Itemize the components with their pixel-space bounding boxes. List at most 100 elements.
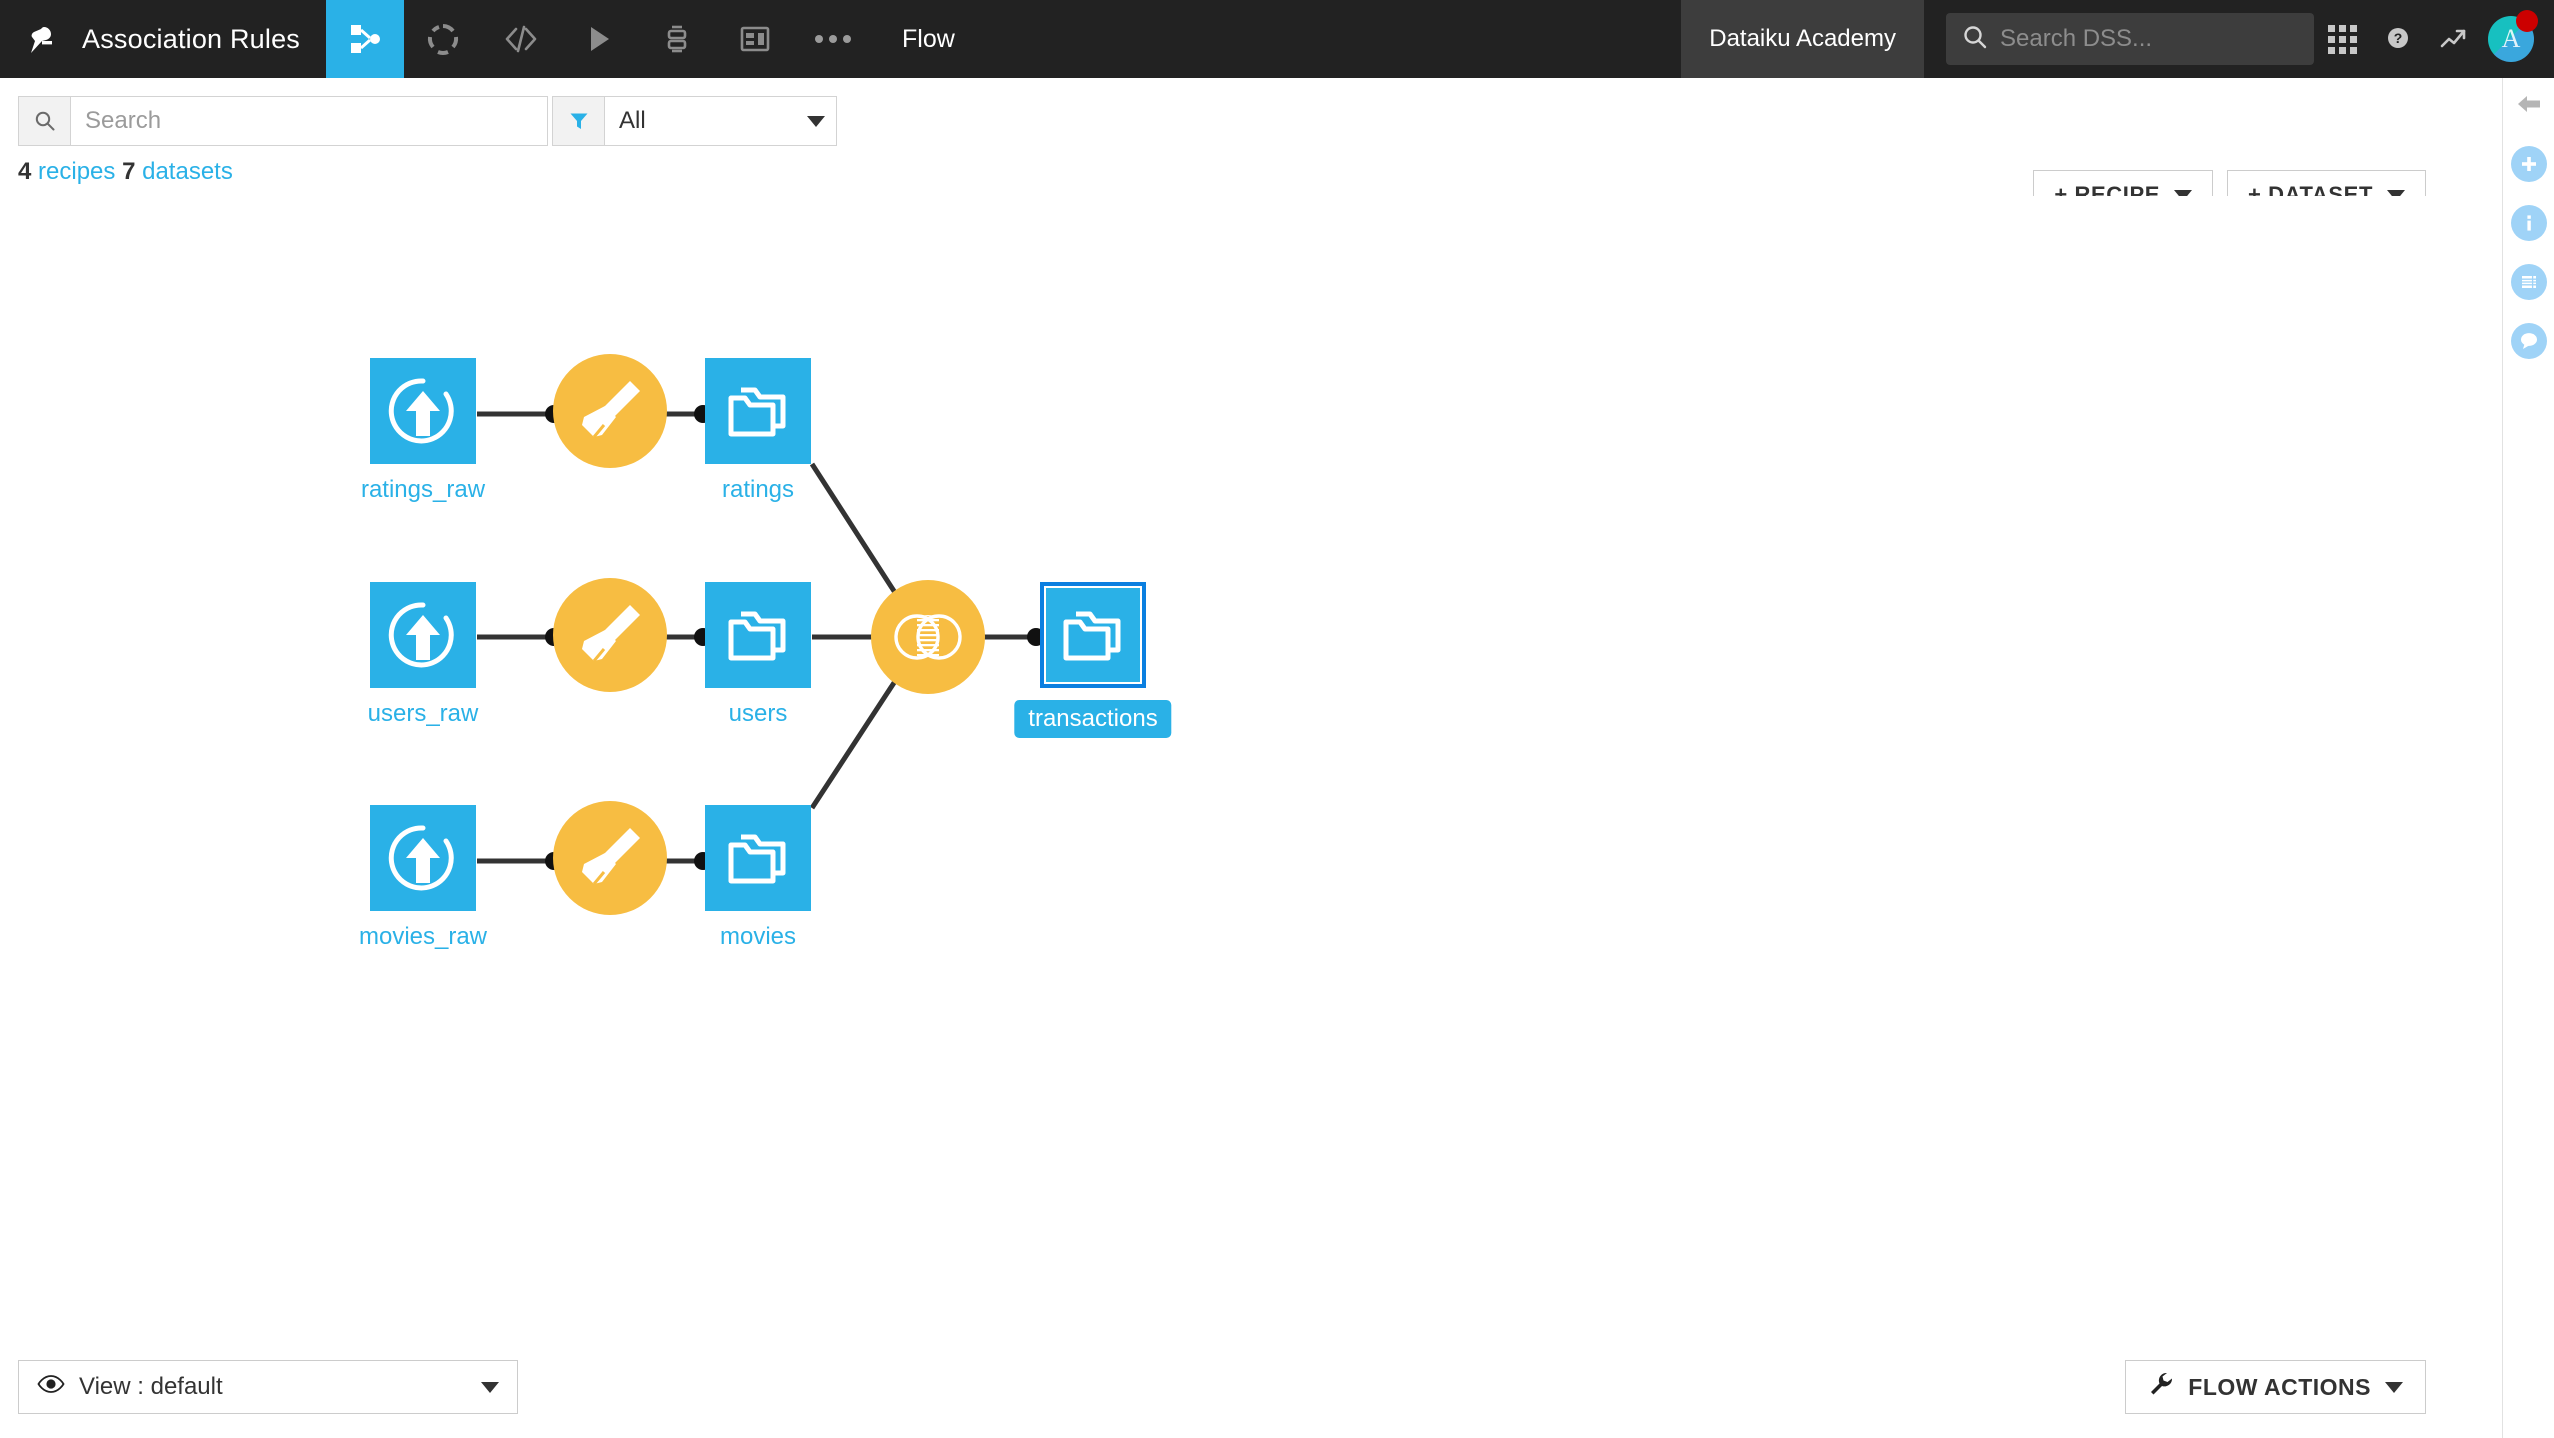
flow-node-movies[interactable]: movies xyxy=(705,805,811,950)
global-search[interactable] xyxy=(1946,13,2314,65)
flow-actions-label: FLOW ACTIONS xyxy=(2188,1373,2371,1400)
dataset-tile xyxy=(705,582,811,688)
nav-lab-icon[interactable] xyxy=(404,0,482,78)
flow-node-ratings-raw[interactable]: ratings_raw xyxy=(361,358,485,503)
flow-canvas[interactable]: ratings_raw ratings users_raw users movi… xyxy=(0,196,2502,1336)
flow-node-transactions[interactable]: transactions xyxy=(1014,582,1172,738)
plus-icon xyxy=(2511,146,2547,182)
dataset-upload-tile xyxy=(370,582,476,688)
add-item-button[interactable] xyxy=(2503,138,2554,190)
filter-funnel-icon xyxy=(553,97,605,145)
dataset-upload-tile xyxy=(370,805,476,911)
global-search-input[interactable] xyxy=(2000,25,2298,53)
nav-dashboard-icon[interactable] xyxy=(716,0,794,78)
flow-node-users-raw[interactable]: users_raw xyxy=(368,582,478,727)
nav-code-icon[interactable] xyxy=(482,0,560,78)
recipe-prepare-tile xyxy=(553,578,667,692)
discussions-button[interactable] xyxy=(2503,315,2554,367)
dot xyxy=(843,35,852,43)
discussion-bubble-icon xyxy=(2511,323,2547,359)
avatar[interactable]: A xyxy=(2482,0,2540,78)
flow-node-join-recipe[interactable] xyxy=(871,580,985,694)
top-navigation-bar: Association Rules Flow Dataiku Academy S… xyxy=(0,0,2554,78)
flow-filter-value: All xyxy=(619,107,646,134)
notification-badge xyxy=(2516,10,2538,32)
recipes-link[interactable]: recipes xyxy=(38,158,115,185)
dataset-tile xyxy=(705,358,811,464)
recipe-join-tile xyxy=(871,580,985,694)
view-selector-label: View : default xyxy=(79,1373,223,1400)
flow-node-label[interactable]: movies xyxy=(720,923,796,951)
folder-stack-icon xyxy=(728,611,786,661)
dot xyxy=(815,35,824,43)
section-label: Flow xyxy=(902,24,955,53)
info-icon xyxy=(2511,205,2547,241)
recipe-prepare-tile xyxy=(553,801,667,915)
flow-search-input[interactable] xyxy=(71,97,547,145)
nav-more-dots-icon[interactable] xyxy=(794,0,872,78)
search-icon xyxy=(1962,24,1988,55)
flow-node-label[interactable]: users_raw xyxy=(368,700,479,728)
view-selector[interactable]: View : default xyxy=(18,1360,518,1414)
upload-circle-arrow-icon xyxy=(388,378,454,444)
chevron-down-icon xyxy=(481,1381,499,1393)
eye-icon xyxy=(37,1373,65,1401)
recipe-prepare-tile xyxy=(553,354,667,468)
dot xyxy=(829,35,838,43)
chevron-down-icon xyxy=(2385,1381,2403,1393)
dataset-upload-tile xyxy=(370,358,476,464)
venn-join-icon xyxy=(894,614,962,660)
details-panel-button[interactable] xyxy=(2503,256,2554,308)
flow-actions-button[interactable]: FLOW ACTIONS xyxy=(2125,1360,2426,1414)
wrench-icon xyxy=(2148,1371,2174,1403)
flow-node-label[interactable]: ratings xyxy=(722,476,794,504)
flow-filter-select[interactable]: All xyxy=(552,96,837,146)
flow-toolbar: All 4 recipes 7 datasets + RECIPE + DATA… xyxy=(0,78,2502,220)
flow-node-label-selected[interactable]: transactions xyxy=(1014,700,1172,738)
folder-stack-icon xyxy=(728,387,786,437)
page-title[interactable]: Association Rules xyxy=(78,0,326,78)
collapse-left-arrow-icon[interactable] xyxy=(2503,78,2554,130)
flow-node-ratings[interactable]: ratings xyxy=(705,358,811,503)
help-question-icon[interactable]: ? xyxy=(2370,0,2426,78)
upload-circle-arrow-icon xyxy=(388,825,454,891)
upload-circle-arrow-icon xyxy=(388,602,454,668)
flow-node-prepare-users[interactable] xyxy=(553,578,667,692)
flow-node-label[interactable]: users xyxy=(729,700,788,728)
dataset-tile-selected xyxy=(1040,582,1146,688)
datasets-count: 7 xyxy=(122,158,136,185)
datasets-link[interactable]: datasets xyxy=(142,158,233,185)
broom-icon xyxy=(582,381,640,438)
flow-node-users[interactable]: users xyxy=(705,582,811,727)
flow-node-label[interactable]: ratings_raw xyxy=(361,476,485,504)
broom-icon xyxy=(582,605,640,662)
flow-node-label[interactable]: movies_raw xyxy=(359,923,487,951)
chevron-down-icon xyxy=(796,97,836,145)
flow-node-prepare-ratings[interactable] xyxy=(553,354,667,468)
search-icon xyxy=(19,97,71,145)
recipes-count: 4 xyxy=(18,158,32,185)
broom-icon xyxy=(582,828,640,885)
apps-grid-icon[interactable] xyxy=(2314,0,2370,78)
flow-bottom-bar: View : default FLOW ACTIONS xyxy=(0,1338,2502,1438)
nav-automation-icon[interactable] xyxy=(638,0,716,78)
flow-search[interactable] xyxy=(18,96,548,146)
nav-flow-icon[interactable] xyxy=(326,0,405,78)
avatar-initial: A xyxy=(2501,24,2521,53)
right-sidebar xyxy=(2502,78,2554,1438)
nav-jobs-play-icon[interactable] xyxy=(560,0,638,78)
topbar-right-icons: ? A xyxy=(2314,0,2554,78)
folder-stack-icon xyxy=(728,834,786,884)
svg-text:?: ? xyxy=(2394,30,2403,46)
flow-node-movies-raw[interactable]: movies_raw xyxy=(359,805,487,950)
dataiku-academy-button[interactable]: Dataiku Academy xyxy=(1681,0,1924,78)
flow-node-prepare-movies[interactable] xyxy=(553,801,667,915)
dataset-tile xyxy=(705,805,811,911)
details-list-icon xyxy=(2511,264,2547,300)
trending-chart-icon[interactable] xyxy=(2426,0,2482,78)
folder-stack-icon xyxy=(1063,611,1121,661)
info-panel-button[interactable] xyxy=(2503,197,2554,249)
dataiku-bird-logo[interactable] xyxy=(0,0,78,78)
flow-counts: 4 recipes 7 datasets xyxy=(18,158,233,186)
